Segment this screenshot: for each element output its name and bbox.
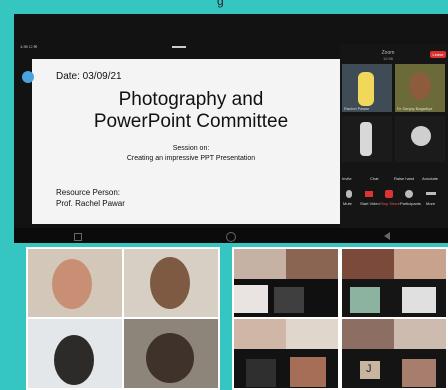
participant-photo [54,335,94,385]
home-icon[interactable] [226,232,236,242]
thumb [350,287,380,313]
participant-name: Dr Sanjay Bagadiya [397,106,433,111]
control-stop-share: Stop Share [380,201,401,206]
slide-title: Photography and PowerPoint Committee [32,89,350,133]
share-icon[interactable] [385,190,393,198]
thumb [274,287,304,313]
video-tile-3 [28,319,122,388]
thumb [234,249,286,279]
participant-tile-3[interactable] [342,116,392,162]
participant-photo [358,72,374,106]
slide-title-line1: Photography and [118,89,264,110]
control-invite[interactable]: Invite [342,176,352,181]
thumb [286,249,338,279]
slide-date: Date: 03/09/21 [56,71,122,82]
right-panel: Zoom 10:56 Leave Rachel Pawar Dr Sanjay … [340,44,448,234]
control-start-video: Start Video [360,201,380,206]
participant-tile-1[interactable]: Rachel Pawar [342,64,392,112]
more-icon[interactable] [426,192,436,195]
participant-photo [146,333,194,383]
control-annotate[interactable]: Annotate [422,176,438,181]
thumb [394,249,446,279]
top-handle [172,46,186,48]
thumb [246,359,276,387]
gallery-left [26,247,220,390]
slide-session: Session on: Creating an impressive PPT P… [32,144,350,164]
thumb [342,319,394,349]
control-raise-hand[interactable]: Raise hand [394,176,414,181]
control-more: More [426,201,436,206]
thumb [342,249,394,279]
slide-session-topic: Creating an impressive PPT Presentation [126,155,256,162]
participant-photo [411,126,431,146]
participant-photo [409,72,431,100]
gallery-panel-top-right [342,249,446,317]
mic-icon[interactable] [346,190,352,198]
thumb [290,357,326,387]
resource-person-label: Resource Person: [56,188,121,197]
gallery-panel-bottom-left [234,319,338,388]
recent-apps-icon[interactable] [74,233,82,241]
gallery-letter: J [366,363,372,375]
gallery-panel-bottom-right: J [342,319,446,388]
slide-session-label: Session on: [172,145,210,152]
gallery-right: J [232,247,448,390]
resource-person-name: Prof. Rachel Pawar [56,199,125,208]
participant-photo [52,259,92,309]
navigation-bar [14,228,448,243]
bottom-controls: Invite Chat Raise hand Annotate Mute Sta… [342,176,446,212]
thumb [394,319,446,349]
leave-button[interactable]: Leave [430,51,446,58]
zoom-time: 10:56 [382,56,393,61]
status-bar: 1:39 ☐ ✉ [20,44,37,49]
video-icon[interactable] [365,191,373,197]
thumb [234,319,286,349]
thumb [234,285,268,313]
thumb [286,319,338,349]
thumb [402,359,436,387]
participant-photo [360,122,372,156]
participant-photo [150,257,190,309]
gallery-panel-top-left [234,249,338,317]
participant-tile-2[interactable]: Dr Sanjay Bagadiya [395,64,445,112]
video-tile-1 [28,249,122,317]
video-tile-2 [124,249,218,317]
top-caption: g [217,0,224,8]
tablet-screenshot: 1:39 ☐ ✉ Date: 03/09/21 Photography and … [14,14,448,243]
zoom-menu[interactable]: Zoom 10:56 [368,50,408,61]
participant-name: Rachel Pawar [344,106,369,111]
back-icon[interactable] [384,232,390,240]
participant-tile-4[interactable] [395,116,445,162]
shared-slide: Date: 03/09/21 Photography and PowerPoin… [32,59,350,224]
slide-resource-person: Resource Person: Prof. Rachel Pawar [56,187,125,209]
leave-label: Leave [432,52,444,57]
thumb [402,287,436,313]
control-chat[interactable]: Chat [370,176,378,181]
control-mute: Mute [343,201,352,206]
share-indicator-icon[interactable] [22,71,34,83]
video-tile-4 [124,319,218,388]
participants-icon[interactable] [405,190,413,198]
slide-title-line2: PowerPoint Committee [93,111,289,132]
control-participants: Participants [400,201,421,206]
